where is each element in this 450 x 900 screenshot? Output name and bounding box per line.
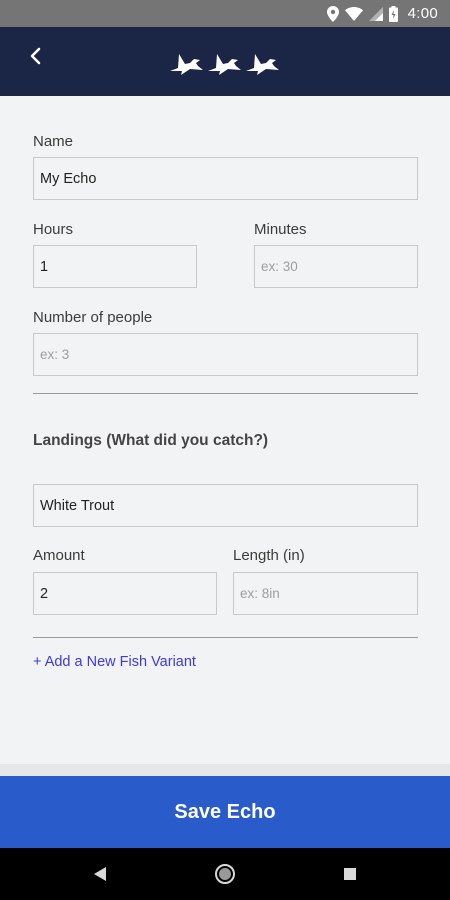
- back-arrow-icon: [30, 47, 41, 65]
- signal-icon: [368, 6, 383, 21]
- status-icons: 4:00: [326, 0, 438, 27]
- amount-field[interactable]: 2: [33, 572, 217, 615]
- minutes-label: Minutes: [254, 221, 307, 238]
- people-field[interactable]: ex: 3: [33, 333, 418, 376]
- system-nav-bar: [0, 848, 450, 900]
- name-label: Name: [33, 133, 74, 150]
- back-button[interactable]: [20, 41, 50, 71]
- nav-home-button[interactable]: [213, 862, 237, 886]
- divider: [33, 393, 418, 394]
- footer-separator: [0, 764, 450, 776]
- hours-label: Hours: [33, 221, 74, 238]
- location-icon: [326, 5, 339, 22]
- app-bar: [0, 27, 450, 96]
- people-label: Number of people: [33, 309, 153, 326]
- wifi-icon: [344, 6, 363, 21]
- amount-label: Amount: [33, 547, 85, 564]
- home-circle-icon: [215, 864, 235, 884]
- echo-form: Name My Echo Hours 1 Minutes ex: 30 Numb…: [0, 96, 450, 764]
- add-fish-variant-link[interactable]: + Add a New Fish Variant: [33, 654, 196, 670]
- flying-geese-logo-icon: [170, 54, 279, 75]
- status-time: 4:00: [407, 5, 438, 22]
- divider: [33, 637, 418, 638]
- landings-heading: Landings (What did you catch?): [33, 432, 269, 449]
- name-field[interactable]: My Echo: [33, 157, 418, 200]
- minutes-field[interactable]: ex: 30: [254, 245, 418, 288]
- battery-icon: [388, 5, 398, 22]
- nav-back-button[interactable]: [88, 862, 112, 886]
- square-recents-icon: [344, 868, 356, 880]
- status-bar: 4:00: [0, 0, 450, 27]
- length-field[interactable]: ex: 8in: [233, 572, 418, 615]
- save-echo-button[interactable]: Save Echo: [0, 776, 450, 848]
- triangle-back-icon: [94, 867, 106, 881]
- hours-field[interactable]: 1: [33, 245, 197, 288]
- length-label: Length (in): [233, 547, 305, 564]
- nav-recents-button[interactable]: [338, 862, 362, 886]
- fish-variant-field[interactable]: White Trout: [33, 484, 418, 527]
